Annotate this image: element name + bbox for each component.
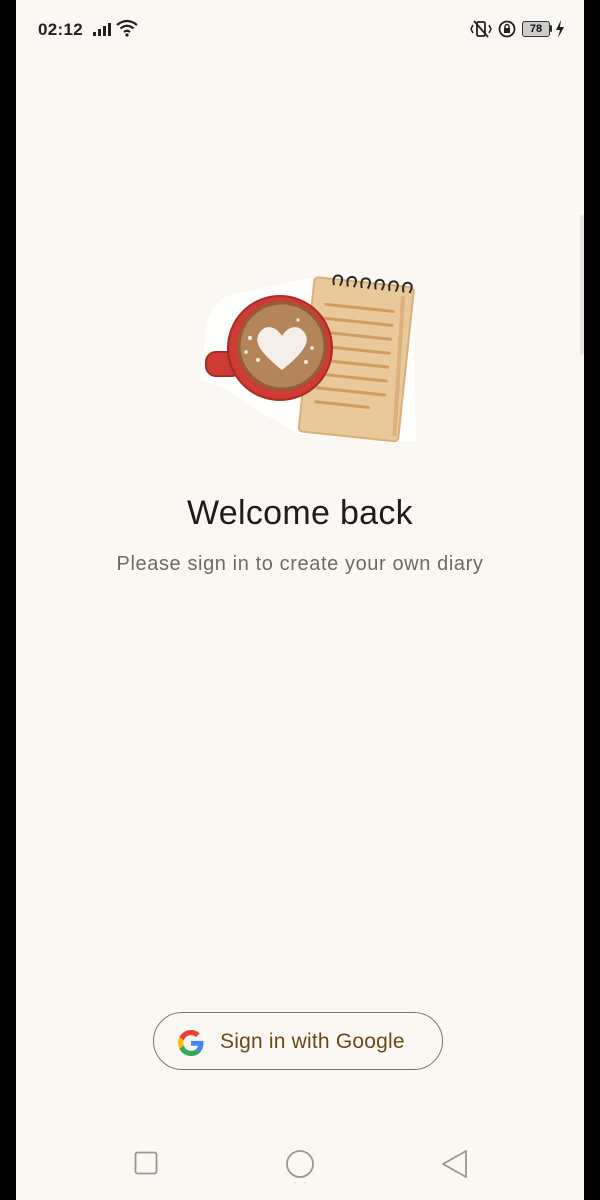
back-icon[interactable] <box>440 1149 468 1179</box>
welcome-subtitle: Please sign in to create your own diary <box>116 553 484 575</box>
battery-icon: 78 <box>522 21 552 37</box>
status-bar: 02:12 78 <box>16 0 584 58</box>
wifi-icon <box>116 19 138 37</box>
rotation-lock-icon <box>498 20 516 38</box>
status-time: 02:12 <box>38 20 83 39</box>
navigation-bar <box>16 1138 584 1186</box>
app-screen: 02:12 78 Welcome back Please sign in to … <box>16 0 584 1200</box>
coffee-notebook-illustration <box>200 274 416 443</box>
charging-icon <box>556 20 564 38</box>
welcome-title: Welcome back <box>187 494 413 532</box>
vibrate-icon <box>470 20 492 38</box>
signal-icon <box>93 23 111 36</box>
google-icon <box>178 1030 204 1056</box>
sign-in-with-google-button[interactable]: Sign in with Google <box>153 1012 443 1070</box>
home-icon[interactable] <box>285 1149 315 1179</box>
battery-level: 78 <box>522 21 550 37</box>
recents-icon[interactable] <box>134 1151 158 1175</box>
edge-panel-handle[interactable] <box>580 215 584 355</box>
sign-in-label: Sign in with Google <box>220 1030 405 1053</box>
